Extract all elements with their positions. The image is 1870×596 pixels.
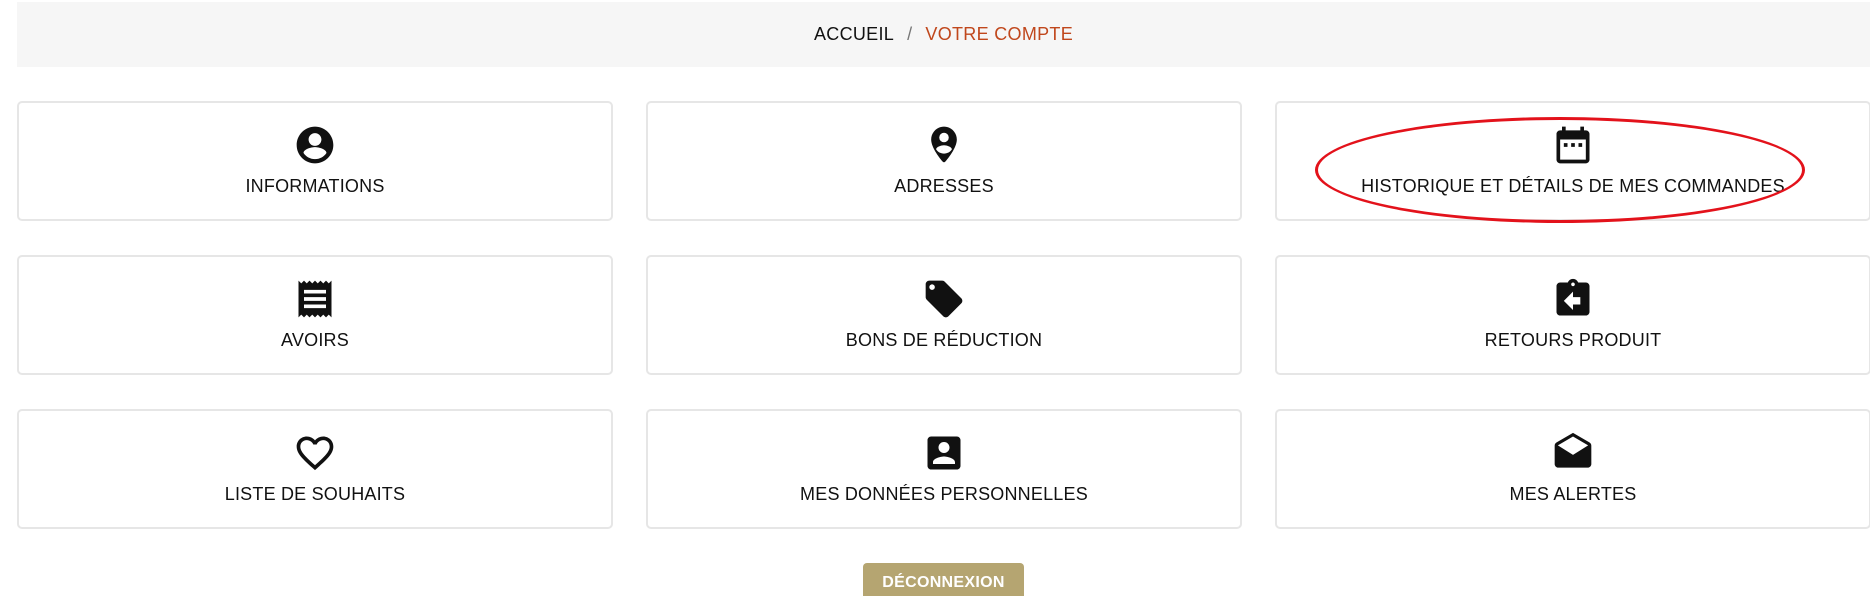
tile-label: RETOURS PRODUIT [1484, 330, 1662, 350]
tile-label: BONS DE RÉDUCTION [845, 330, 1043, 350]
logout-button[interactable]: DÉCONNEXION [863, 563, 1024, 596]
tile-label: HISTORIQUE ET DÉTAILS DE MES COMMANDES [1361, 176, 1785, 196]
open-envelope-icon [1551, 431, 1595, 475]
location-pin-icon [922, 123, 966, 167]
tile-label: ADRESSES [894, 176, 994, 196]
tile-label: INFORMATIONS [245, 176, 385, 196]
breadcrumb-separator: / [907, 24, 913, 44]
tile-liste-souhaits[interactable]: LISTE DE SOUHAITS [17, 409, 613, 529]
tile-mes-alertes[interactable]: MES ALERTES [1275, 409, 1870, 529]
breadcrumb-home-link[interactable]: ACCUEIL [814, 24, 894, 45]
tile-label: AVOIRS [281, 330, 349, 350]
heart-icon [293, 431, 337, 475]
tile-bons-reduction[interactable]: BONS DE RÉDUCTION [646, 255, 1242, 375]
account-box-icon [922, 431, 966, 475]
calendar-icon [1551, 123, 1595, 167]
tile-donnees-personnelles[interactable]: MES DONNÉES PERSONNELLES [646, 409, 1242, 529]
tile-retours-produit[interactable]: RETOURS PRODUIT [1275, 255, 1870, 375]
account-circle-icon [293, 123, 337, 167]
tile-historique-commandes[interactable]: HISTORIQUE ET DÉTAILS DE MES COMMANDES [1275, 101, 1870, 221]
tile-adresses[interactable]: ADRESSES [646, 101, 1242, 221]
account-links-grid: INFORMATIONS ADRESSES HISTORIQUE ET DÉTA… [17, 101, 1870, 529]
breadcrumb-current: VOTRE COMPTE [925, 24, 1074, 44]
tile-label: MES ALERTES [1509, 484, 1637, 504]
receipt-icon [293, 277, 337, 321]
tag-icon [922, 277, 966, 321]
tile-label: LISTE DE SOUHAITS [224, 484, 406, 504]
breadcrumb: ACCUEIL / VOTRE COMPTE [17, 2, 1870, 67]
tile-avoirs[interactable]: AVOIRS [17, 255, 613, 375]
clipboard-return-icon [1551, 277, 1595, 321]
tile-informations[interactable]: INFORMATIONS [17, 101, 613, 221]
tile-label: MES DONNÉES PERSONNELLES [800, 484, 1088, 504]
